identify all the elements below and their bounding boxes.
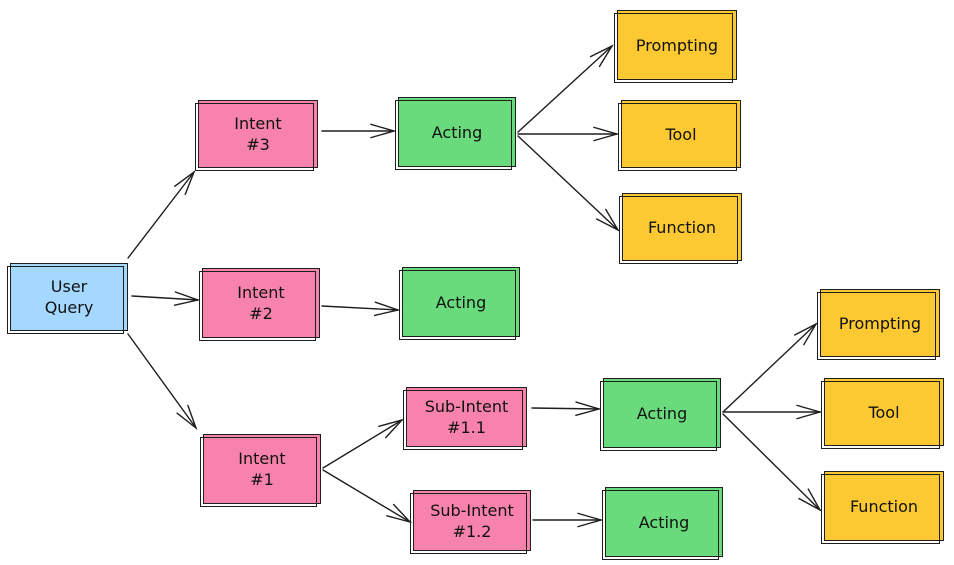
node-intent-2[interactable]: Intent #2 — [199, 268, 320, 341]
edge-line — [517, 135, 619, 231]
edge-line — [531, 407, 600, 410]
node-tool-top[interactable]: Tool — [618, 100, 741, 171]
edge-line — [322, 469, 411, 523]
node-label: Sub-Intent #1.2 — [430, 500, 514, 541]
node-user-query[interactable]: User Query — [7, 263, 128, 334]
edge-line — [722, 323, 817, 413]
node-label: Function — [647, 217, 717, 237]
edge-line — [127, 333, 197, 429]
edge-user_query-to-intent_3 — [127, 169, 196, 259]
edge-acting_1_1-to-function_bottom — [722, 413, 822, 512]
edge-acting_1_1-to-prompting_bottom — [722, 322, 818, 413]
node-function-top[interactable]: Function — [619, 193, 742, 264]
edge-line — [322, 419, 403, 469]
edge-acting_3-to-function_top — [517, 135, 620, 232]
node-intent-1[interactable]: Intent #1 — [200, 434, 321, 507]
node-prompting-top[interactable]: Prompting — [614, 10, 737, 83]
node-label: Acting — [636, 403, 688, 423]
edge-sub_intent_1_2-to-acting_1_2 — [532, 512, 604, 528]
edge-acting_3-to-prompting_top — [517, 44, 614, 133]
node-label: Prompting — [635, 35, 719, 55]
node-label: Acting — [435, 292, 487, 312]
edge-line — [127, 171, 195, 259]
edge-acting_1_1-to-tool_bottom — [722, 404, 823, 420]
node-label: User Query — [44, 277, 94, 317]
node-label: Sub-Intent #1.1 — [424, 397, 509, 437]
node-label: Intent #2 — [237, 283, 285, 323]
node-acting-3[interactable]: Acting — [395, 97, 516, 170]
node-prompting-bottom[interactable]: Prompting — [817, 289, 940, 360]
node-tool-bottom[interactable]: Tool — [821, 378, 944, 449]
edge-line — [517, 45, 613, 133]
edge-acting_3-to-tool_top — [517, 126, 620, 142]
node-label: Intent #1 — [238, 449, 286, 489]
node-sub-intent-1-1[interactable]: Sub-Intent #1.1 — [403, 387, 527, 450]
edge-intent_2-to-acting_2 — [321, 301, 401, 317]
edge-user_query-to-intent_1 — [127, 333, 198, 431]
node-function-bottom[interactable]: Function — [821, 471, 944, 544]
edge-intent_1-to-sub_intent_1_1 — [322, 418, 405, 469]
edge-line — [722, 413, 821, 511]
node-label: Acting — [638, 512, 690, 532]
node-acting-1-1[interactable]: Acting — [600, 378, 721, 451]
node-acting-2[interactable]: Acting — [399, 267, 520, 340]
node-label: Tool — [868, 402, 900, 422]
edge-user_query-to-intent_2 — [131, 291, 201, 306]
node-label: Tool — [665, 124, 697, 144]
edge-sub_intent_1_1-to-acting_1_1 — [531, 401, 602, 416]
node-intent-3[interactable]: Intent #3 — [195, 100, 318, 171]
node-label: Prompting — [838, 313, 922, 333]
node-acting-1-2[interactable]: Acting — [602, 487, 723, 560]
node-label: Intent #3 — [234, 114, 282, 154]
edge-intent_3-to-acting_3 — [321, 123, 397, 139]
node-label: Acting — [431, 122, 483, 142]
node-label: Function — [849, 496, 919, 516]
node-sub-intent-1-2[interactable]: Sub-Intent #1.2 — [410, 490, 531, 554]
edge-intent_1-to-sub_intent_1_2 — [322, 469, 413, 524]
